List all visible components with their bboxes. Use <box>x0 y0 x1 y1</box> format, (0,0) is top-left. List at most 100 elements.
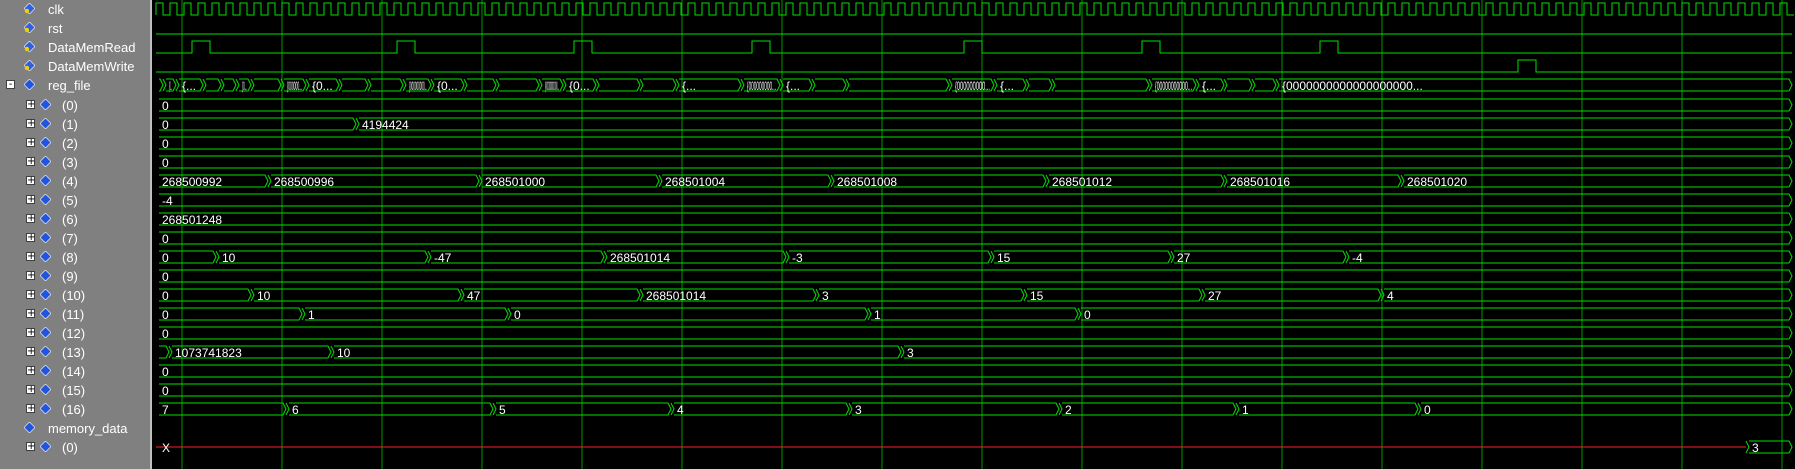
bus-segment[interactable]: 268501014 <box>639 288 817 303</box>
bus-segment[interactable]: 268501012 <box>1045 174 1225 189</box>
expand-icon[interactable]: + <box>26 271 35 281</box>
expand-icon[interactable]: + <box>26 176 35 186</box>
signal-row-r3[interactable]: + (3) <box>0 153 150 172</box>
expand-icon[interactable]: + <box>26 252 35 262</box>
signal-row-r15[interactable]: + (15) <box>0 381 150 400</box>
bus-segment[interactable]: 0 <box>1417 402 1793 417</box>
signal-row-r8[interactable]: + (8) <box>0 248 150 267</box>
waveform-panel[interactable]: {0... {... {0... {000000... {0... {000000000.… <box>152 0 1795 469</box>
bus-segment[interactable]: 3 <box>815 288 1025 303</box>
bus-segment[interactable]: 268501014 <box>603 250 787 265</box>
expand-icon[interactable]: + <box>26 328 35 338</box>
bus-segment[interactable]: -3 <box>785 250 992 265</box>
bus-segment[interactable]: {... <box>675 78 742 93</box>
signal-row-r9[interactable]: + (9) <box>0 267 150 286</box>
bus-segment[interactable]: 0 <box>159 250 217 265</box>
bus-segment[interactable]: 268501016 <box>1223 174 1402 189</box>
signal-row-clk[interactable]: clk <box>0 0 150 19</box>
bus-segment[interactable]: {... <box>993 78 1027 93</box>
expand-icon[interactable]: + <box>26 138 35 148</box>
bus-segment[interactable]: {... <box>1195 78 1225 93</box>
signal-row-r5[interactable]: + (5) <box>0 191 150 210</box>
expand-icon[interactable]: + <box>26 404 35 414</box>
bus-segment[interactable]: -4 <box>159 193 1793 208</box>
signal-row-r4[interactable]: + (4) <box>0 172 150 191</box>
signal-row-r16[interactable]: + (16) <box>0 400 150 419</box>
signal-row-dmr[interactable]: DataMemRead <box>0 38 150 57</box>
bus-segment[interactable]: 1 <box>1235 402 1419 417</box>
expand-icon[interactable]: + <box>26 195 35 205</box>
bus-segment[interactable]: {000000... <box>280 78 307 93</box>
bus-segment[interactable] <box>202 78 222 92</box>
signal-row-rf[interactable]: - reg_file <box>0 76 150 95</box>
bus-segment[interactable]: 0 <box>159 269 1793 284</box>
bus-segment[interactable]: 0 <box>159 231 1793 246</box>
signal-row-r1[interactable]: + (1) <box>0 115 150 134</box>
bus-segment[interactable]: 0 <box>159 326 1793 341</box>
bus-segment[interactable]: 0 <box>159 117 357 132</box>
bus-segment[interactable]: 15 <box>990 250 1172 265</box>
bus-segment[interactable]: 1 <box>301 307 509 322</box>
signal-row-r0[interactable]: + (0) <box>0 96 150 115</box>
bus-segment[interactable]: 268501004 <box>658 174 832 189</box>
bus-segment[interactable] <box>639 78 677 92</box>
bus-segment[interactable]: 0 <box>159 364 1793 379</box>
expand-icon[interactable]: + <box>26 100 35 110</box>
bus-segment[interactable]: 6 <box>285 402 494 417</box>
bus-segment[interactable]: {0... <box>430 78 465 93</box>
expand-icon[interactable]: + <box>26 366 35 376</box>
bus-segment[interactable] <box>463 78 497 92</box>
signal-row-r7[interactable]: + (7) <box>0 229 150 248</box>
bus-segment[interactable]: {0... <box>562 78 597 93</box>
bus-segment[interactable]: 268500996 <box>267 174 480 189</box>
bus-segment[interactable]: 0 <box>1077 307 1793 322</box>
bus-segment[interactable]: 268501248 <box>159 212 1793 227</box>
bus-segment[interactable]: 0 <box>159 136 1793 151</box>
signal-row-r12[interactable]: + (12) <box>0 324 150 343</box>
expand-icon[interactable]: + <box>26 119 35 129</box>
signal-row-r6[interactable]: + (6) <box>0 210 150 229</box>
bus-segment[interactable]: {... <box>779 78 813 93</box>
bus-segment[interactable]: 27 <box>1201 288 1382 303</box>
bus-segment[interactable]: {0... <box>162 78 177 93</box>
bus-segment[interactable]: 7 <box>159 402 287 417</box>
bus-segment[interactable]: 268500992 <box>159 174 269 189</box>
bus-segment[interactable] <box>1251 78 1277 92</box>
signal-row-r13[interactable]: + (13) <box>0 343 150 362</box>
bus-segment[interactable]: 0 <box>159 288 252 303</box>
bus-segment[interactable]: {0000000000000000000... <box>1275 78 1793 93</box>
bus-segment[interactable]: {000000000... <box>948 78 995 93</box>
bus-segment[interactable]: {000000000... <box>740 78 781 93</box>
bus-segment[interactable]: 0 <box>159 307 303 322</box>
expand-icon[interactable]: + <box>26 442 35 452</box>
bus-segment[interactable]: 27 <box>1170 250 1347 265</box>
expand-icon[interactable]: + <box>26 157 35 167</box>
bus-segment[interactable] <box>338 78 369 92</box>
bus-segment[interactable]: 268501008 <box>830 174 1047 189</box>
signal-row-r10[interactable]: + (10) <box>0 286 150 305</box>
bus-segment[interactable]: 0 <box>159 155 1793 170</box>
bus-segment[interactable]: {... <box>175 78 204 93</box>
bus-segment[interactable]: 0 <box>507 307 869 322</box>
signal-row-r2[interactable]: + (2) <box>0 134 150 153</box>
expand-icon[interactable]: + <box>26 214 35 224</box>
bus-segment[interactable]: -47 <box>427 250 605 265</box>
bus-segment[interactable]: 0 <box>159 383 1793 398</box>
signal-row-r14[interactable]: + (14) <box>0 362 150 381</box>
expand-icon[interactable]: + <box>26 290 35 300</box>
bus-segment[interactable]: 2 <box>1058 402 1237 417</box>
expand-icon[interactable]: + <box>26 385 35 395</box>
bus-segment[interactable] <box>1223 78 1253 92</box>
bus-segment[interactable] <box>495 78 540 92</box>
bus-segment[interactable]: 3 <box>848 402 1060 417</box>
bus-segment[interactable]: 10 <box>330 345 902 360</box>
bus-segment[interactable]: 4 <box>1380 288 1793 303</box>
signal-row-dmw[interactable]: DataMemWrite <box>0 57 150 76</box>
bus-segment[interactable] <box>220 78 237 92</box>
bus-segment[interactable]: 268501020 <box>1400 174 1793 189</box>
bus-segment[interactable] <box>250 78 282 92</box>
bus-segment[interactable]: {0... <box>235 78 252 93</box>
bus-segment[interactable]: {0... <box>305 78 340 93</box>
bus-segment[interactable]: 15 <box>1023 288 1203 303</box>
collapse-icon[interactable]: - <box>6 80 15 90</box>
